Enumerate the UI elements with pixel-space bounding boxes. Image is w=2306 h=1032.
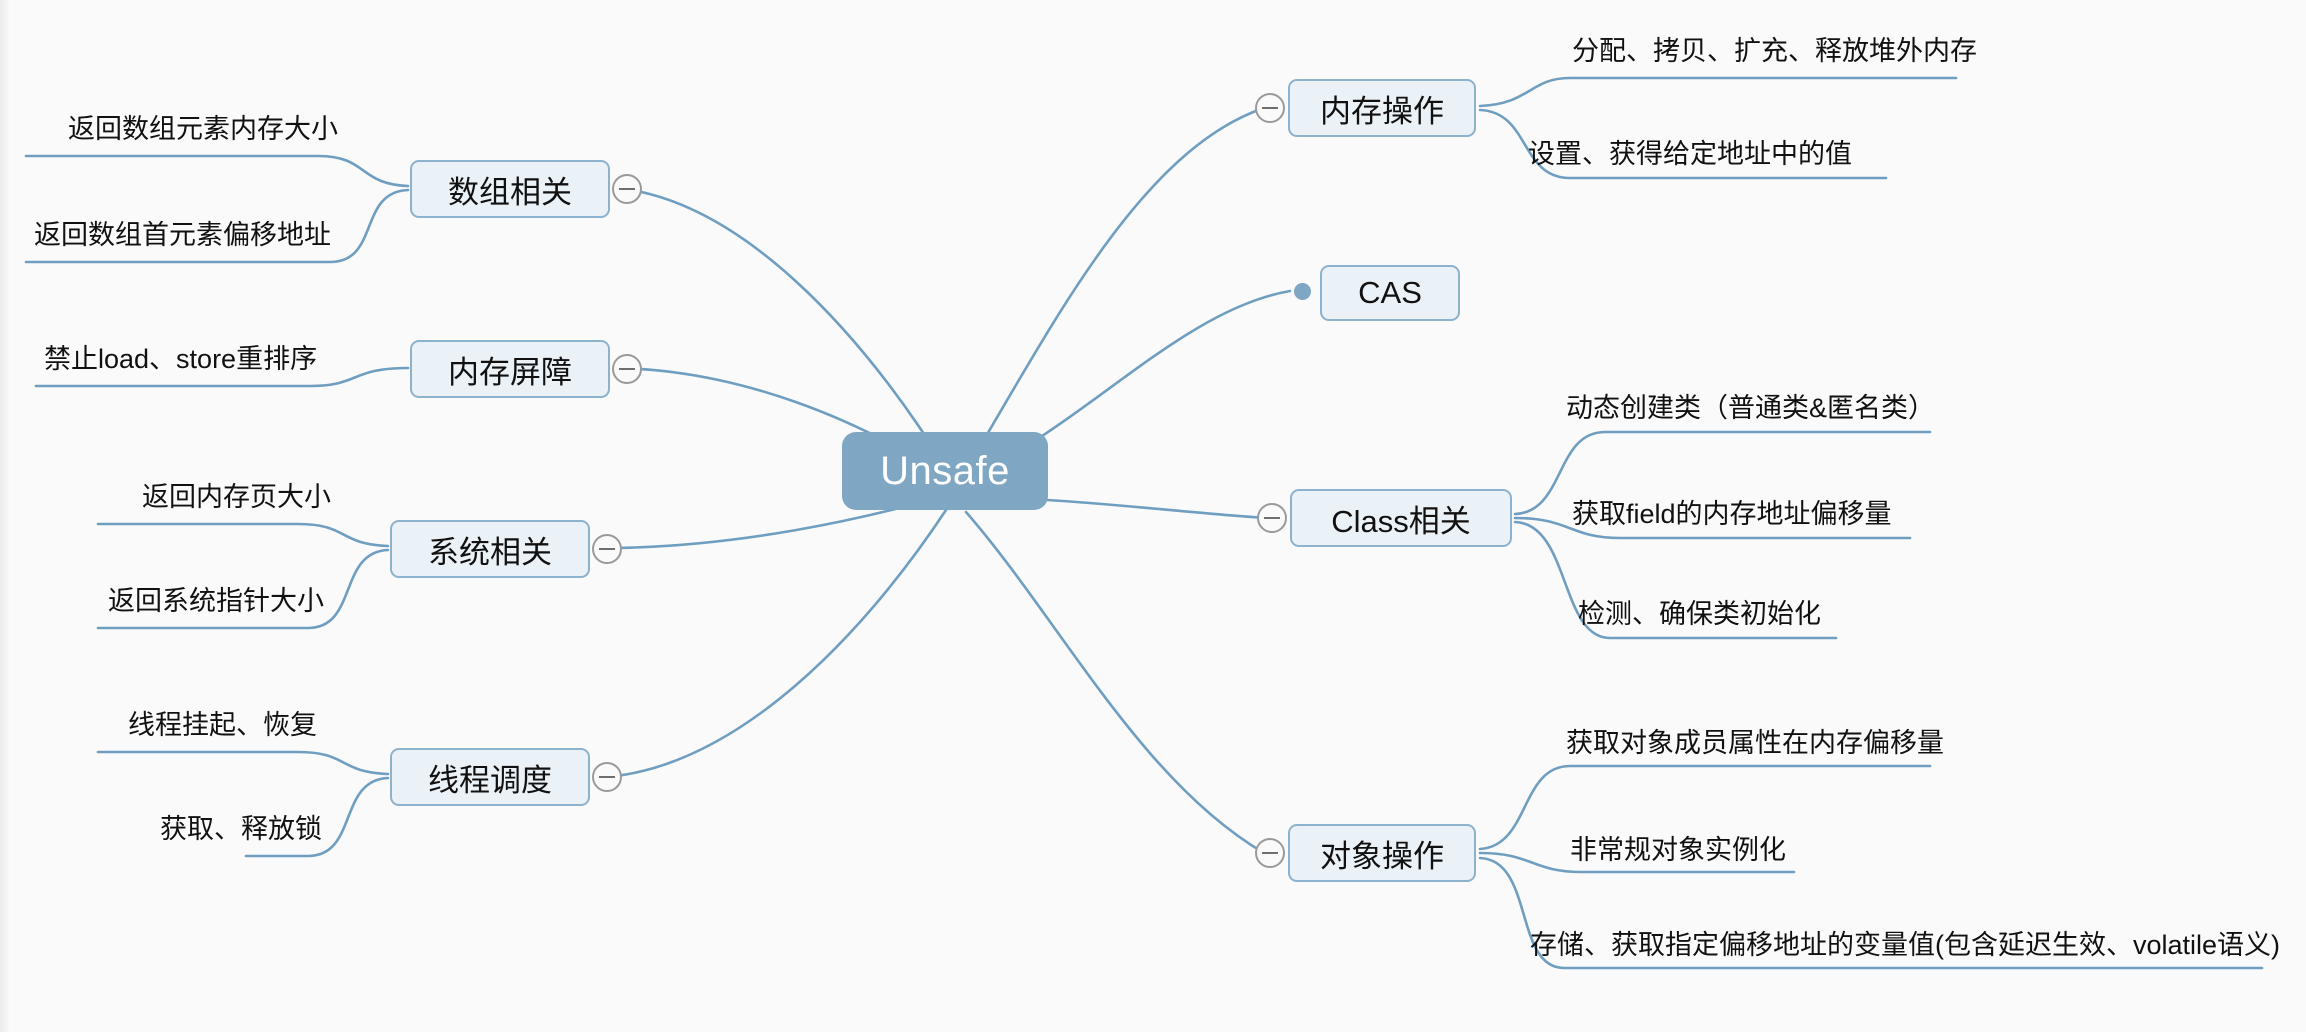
- leaf-system-related-1[interactable]: 返回系统指针大小: [108, 588, 324, 615]
- root-node-label: Unsafe: [880, 448, 1010, 493]
- leaf-memory-barrier-0-label: 禁止load、store重排序: [44, 344, 318, 374]
- branch-label-system-related: 系统相关: [428, 534, 552, 570]
- connector-array-related-child-0: [24, 154, 410, 188]
- branch-label-memory-ops: 内存操作: [1320, 93, 1444, 129]
- leaf-thread-scheduling-0[interactable]: 线程挂起、恢复: [128, 712, 317, 739]
- leaf-memory-ops-0[interactable]: 分配、拷贝、扩充、释放堆外内存: [1572, 38, 1977, 65]
- toggle-class-related[interactable]: [1257, 503, 1287, 533]
- leaf-system-related-0-label: 返回内存页大小: [142, 482, 331, 512]
- leaf-object-ops-2[interactable]: 存储、获取指定偏移地址的变量值(包含延迟生效、volatile语义): [1530, 932, 2280, 959]
- branch-node-thread-scheduling[interactable]: 线程调度: [390, 748, 590, 806]
- connector-root-class-related: [1045, 498, 1268, 520]
- connector-root-memory-ops: [964, 106, 1266, 472]
- connector-system-related-child-0: [96, 522, 390, 548]
- leaf-object-ops-0-label: 获取对象成员属性在内存偏移量: [1566, 728, 1944, 758]
- leaf-memory-ops-0-label: 分配、拷贝、扩充、释放堆外内存: [1572, 36, 1977, 66]
- branch-label-thread-scheduling: 线程调度: [428, 762, 552, 798]
- connector-thread-scheduling-child-0: [96, 750, 390, 776]
- leaf-memory-ops-1-label: 设置、获得给定地址中的值: [1528, 139, 1852, 169]
- branch-node-object-ops[interactable]: 对象操作: [1288, 824, 1476, 882]
- connector-root-object-ops: [964, 510, 1266, 855]
- branch-label-array-related: 数组相关: [448, 174, 572, 210]
- toggle-system-related[interactable]: [592, 534, 622, 564]
- leaf-array-related-1-label: 返回数组首元素偏移地址: [34, 220, 331, 250]
- leaf-class-related-1[interactable]: 获取field的内存地址偏移量: [1572, 501, 1892, 528]
- leaf-class-related-2[interactable]: 检测、确保类初始化: [1578, 601, 1821, 628]
- toggle-memory-barrier[interactable]: [612, 354, 642, 384]
- connector-root-thread-scheduling: [614, 508, 948, 778]
- branch-label-cas: CAS: [1358, 275, 1422, 310]
- leaf-memory-ops-1[interactable]: 设置、获得给定地址中的值: [1528, 141, 1852, 168]
- connector-memory-ops-child-0: [1478, 76, 1958, 108]
- branch-node-memory-barrier[interactable]: 内存屏障: [410, 340, 610, 398]
- toggle-object-ops[interactable]: [1255, 838, 1285, 868]
- marker-cas-dot[interactable]: [1294, 283, 1311, 300]
- branch-label-class-related: Class相关: [1331, 503, 1471, 539]
- toggle-thread-scheduling[interactable]: [592, 762, 622, 792]
- leaf-class-related-0-label: 动态创建类（普通类&匿名类）: [1566, 393, 1936, 423]
- branch-label-object-ops: 对象操作: [1320, 838, 1444, 874]
- branch-node-cas[interactable]: CAS: [1320, 265, 1460, 321]
- leaf-thread-scheduling-1-label: 获取、释放锁: [160, 814, 322, 844]
- leaf-class-related-2-label: 检测、确保类初始化: [1578, 599, 1821, 629]
- branch-node-system-related[interactable]: 系统相关: [390, 520, 590, 578]
- leaf-array-related-0-label: 返回数组元素内存大小: [68, 114, 338, 144]
- leaf-class-related-1-label: 获取field的内存地址偏移量: [1572, 499, 1892, 529]
- leaf-thread-scheduling-0-label: 线程挂起、恢复: [128, 710, 317, 740]
- root-node-unsafe[interactable]: Unsafe: [842, 432, 1048, 510]
- toggle-memory-ops[interactable]: [1255, 93, 1285, 123]
- branch-node-memory-ops[interactable]: 内存操作: [1288, 79, 1476, 137]
- branch-node-array-related[interactable]: 数组相关: [410, 160, 610, 218]
- leaf-class-related-0[interactable]: 动态创建类（普通类&匿名类）: [1566, 395, 1935, 422]
- leaf-system-related-0[interactable]: 返回内存页大小: [142, 484, 331, 511]
- leaf-system-related-1-label: 返回系统指针大小: [108, 586, 324, 616]
- leaf-array-related-0[interactable]: 返回数组元素内存大小: [68, 116, 338, 143]
- branch-label-memory-barrier: 内存屏障: [448, 354, 572, 390]
- leaf-memory-barrier-0[interactable]: 禁止load、store重排序: [44, 346, 317, 373]
- mindmap-connectors: [24, 76, 2264, 970]
- mindmap-canvas: Unsafe 内存操作 分配、拷贝、扩充、释放堆外内存 设置、获得给定地址中的值…: [0, 0, 2306, 1032]
- leaf-array-related-1[interactable]: 返回数组首元素偏移地址: [34, 222, 331, 249]
- leaf-thread-scheduling-1[interactable]: 获取、释放锁: [160, 816, 322, 843]
- connector-root-array-related: [614, 186, 948, 470]
- leaf-object-ops-0[interactable]: 获取对象成员属性在内存偏移量: [1566, 730, 1944, 757]
- leaf-object-ops-2-label: 存储、获取指定偏移地址的变量值(包含延迟生效、volatile语义): [1530, 930, 2281, 960]
- branch-node-class-related[interactable]: Class相关: [1290, 489, 1512, 547]
- leaf-object-ops-1[interactable]: 非常规对象实例化: [1570, 837, 1786, 864]
- toggle-array-related[interactable]: [612, 174, 642, 204]
- leaf-object-ops-1-label: 非常规对象实例化: [1570, 835, 1786, 865]
